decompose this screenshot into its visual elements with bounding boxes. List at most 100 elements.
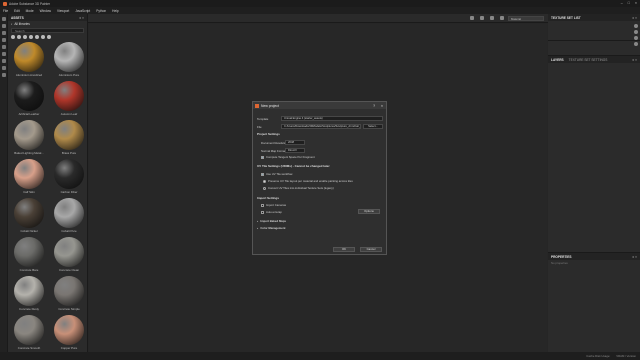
- asset-item[interactable]: Cobalt Nickel: [11, 198, 47, 236]
- close-icon[interactable]: ×: [381, 104, 383, 108]
- import-cameras-checkbox[interactable]: [261, 203, 264, 207]
- asset-item[interactable]: Cobalt Pure: [51, 198, 87, 236]
- shader-icon[interactable]: [634, 30, 638, 34]
- doc-res-label: Document Resolution: [261, 140, 288, 145]
- help-icon[interactable]: ?: [373, 104, 375, 108]
- panel-menu-icon[interactable]: ≡ ×: [632, 58, 637, 62]
- menu-mode[interactable]: Mode: [26, 9, 34, 13]
- menu-viewport[interactable]: Viewport: [57, 9, 69, 13]
- camera-icon[interactable]: [490, 16, 494, 20]
- assets-panel: ASSETS ≡ × ▾ All libraries Search Alumin…: [8, 14, 88, 360]
- menu-help[interactable]: Help: [112, 9, 119, 13]
- asset-label: Artificial Leather: [18, 112, 40, 116]
- normal-map-row: Normal Map Format DirectX: [261, 148, 305, 153]
- file-path-field[interactable]: C:/Users/Downloads/3DModels/Sculptures/S…: [281, 124, 361, 129]
- asset-label: Concrete Smooth: [17, 346, 41, 350]
- texture-set-settings-tab[interactable]: TEXTURE SET SETTINGS: [569, 58, 608, 62]
- render-icon[interactable]: [480, 16, 484, 20]
- assets-toggle-icon[interactable]: [2, 66, 6, 70]
- baked-maps-row[interactable]: ▸ Import Baked Maps: [257, 219, 286, 223]
- polygon-fill-icon[interactable]: [2, 38, 6, 42]
- layers-header: LAYERS TEXTURE SET SETTINGS ≡ ×: [548, 56, 640, 63]
- uv-option-1-radio[interactable]: [263, 179, 266, 183]
- cancel-button[interactable]: Cancel: [360, 247, 382, 252]
- properties-header: PROPERTIES ≡ ×: [548, 253, 640, 260]
- asset-item[interactable]: Baked Lighting Metal...: [11, 120, 47, 158]
- asset-item[interactable]: Concrete Simple: [51, 276, 87, 314]
- minimize-icon[interactable]: –: [621, 1, 623, 5]
- display-settings-icon[interactable]: [634, 36, 638, 40]
- clone-icon[interactable]: [2, 52, 6, 56]
- asset-label: Concrete Clean: [58, 268, 80, 272]
- dialog-titlebar: New project ? ×: [253, 102, 386, 109]
- layers-tab[interactable]: LAYERS: [551, 58, 564, 62]
- template-row: Template Unreal Engine 4 (starter_assets…: [257, 116, 383, 121]
- compute-tangent-row: Compute Tangent Space Per Fragment: [261, 155, 315, 159]
- smudge-icon[interactable]: [2, 45, 6, 49]
- material-preview: [54, 42, 84, 72]
- color-management-row[interactable]: ▸ Color Management: [257, 226, 286, 230]
- screenshot-icon[interactable]: [470, 16, 474, 20]
- asset-item[interactable]: Artificial Leather: [11, 81, 47, 119]
- viewport-mode-select[interactable]: Material: [508, 16, 544, 21]
- select-file-button[interactable]: Select...: [363, 124, 383, 129]
- texture-set-list[interactable]: [548, 21, 640, 41]
- asset-item[interactable]: Concrete Smooth: [11, 315, 47, 353]
- material-preview: [14, 315, 44, 345]
- compute-tangent-checkbox[interactable]: [261, 155, 264, 159]
- asset-item[interactable]: Autumn Leaf: [51, 81, 87, 119]
- filter-alphas-icon[interactable]: [29, 35, 33, 39]
- ok-button[interactable]: OK: [333, 247, 355, 252]
- picker-icon[interactable]: [2, 59, 6, 63]
- asset-item[interactable]: Concrete Clean: [51, 237, 87, 275]
- close-window-icon[interactable]: ×: [635, 1, 637, 5]
- layers-panel: LAYERS TEXTURE SET SETTINGS ≡ ×: [548, 55, 640, 265]
- material-preview: [14, 198, 44, 228]
- filter-filters-icon[interactable]: [41, 35, 45, 39]
- asset-item[interactable]: Calf Skin: [11, 159, 47, 197]
- material-preview: [14, 159, 44, 189]
- filter-brushes-icon[interactable]: [23, 35, 27, 39]
- menu-bar: File Edit Mode Window Viewport JavaScrip…: [0, 7, 640, 14]
- library-selector[interactable]: ▾ All libraries: [8, 21, 87, 27]
- menu-file[interactable]: File: [3, 9, 8, 13]
- asset-label: Baked Lighting Metal...: [14, 151, 44, 155]
- options-button[interactable]: Options: [358, 209, 380, 214]
- auto-unwrap-checkbox[interactable]: [261, 210, 264, 214]
- uv-option-2-radio[interactable]: [263, 186, 266, 190]
- layers-toggle-icon[interactable]: [634, 24, 638, 28]
- use-uv-tile-checkbox[interactable]: [261, 172, 264, 176]
- filter-grid-icon[interactable]: [47, 35, 51, 39]
- filter-smart-materials-icon[interactable]: [17, 35, 21, 39]
- settings-icon[interactable]: [2, 73, 6, 77]
- menu-python[interactable]: Python: [96, 9, 106, 13]
- normal-map-select[interactable]: DirectX: [285, 148, 305, 153]
- app-logo-icon: [255, 103, 259, 108]
- asset-item[interactable]: Copper Pure: [51, 315, 87, 353]
- uv-option-1-label: Preserve UV Tile layout per material and…: [268, 179, 353, 183]
- panel-menu-icon[interactable]: ≡ ×: [632, 255, 637, 259]
- asset-item[interactable]: Aluminium Pure: [51, 42, 87, 80]
- asset-label: Carbon Fiber: [60, 190, 78, 194]
- menu-window[interactable]: Window: [40, 9, 51, 13]
- filter-textures-icon[interactable]: [35, 35, 39, 39]
- panel-menu-icon[interactable]: ≡ ×: [79, 16, 84, 20]
- doc-res-select[interactable]: 2048: [285, 140, 305, 145]
- display-icon[interactable]: [500, 16, 504, 20]
- eraser-icon[interactable]: [2, 24, 6, 28]
- asset-item[interactable]: Concrete Dusty: [11, 276, 47, 314]
- projection-icon[interactable]: [2, 31, 6, 35]
- asset-item[interactable]: Carbon Fiber: [51, 159, 87, 197]
- maximize-icon[interactable]: □: [628, 1, 630, 5]
- asset-item[interactable]: Concrete Bare: [11, 237, 47, 275]
- export-icon[interactable]: [634, 42, 638, 46]
- menu-edit[interactable]: Edit: [14, 9, 20, 13]
- assets-search-input[interactable]: Search: [11, 28, 84, 33]
- filter-materials-icon[interactable]: [11, 35, 15, 39]
- asset-item[interactable]: Brass Pure: [51, 120, 87, 158]
- panel-menu-icon[interactable]: ≡ ×: [632, 16, 637, 20]
- menu-javascript[interactable]: JavaScript: [75, 9, 90, 13]
- asset-item[interactable]: Aluminium Anodized: [11, 42, 47, 80]
- template-select[interactable]: Unreal Engine 4 (starter_assets): [281, 116, 383, 121]
- paint-brush-icon[interactable]: [2, 17, 6, 21]
